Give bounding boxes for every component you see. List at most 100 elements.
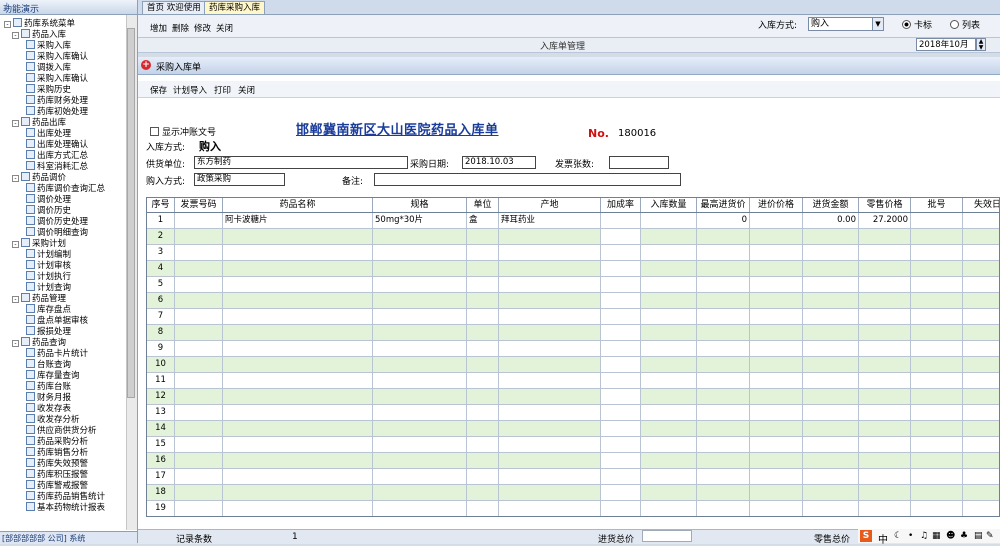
- table-cell[interactable]: [803, 501, 859, 516]
- table-cell[interactable]: [697, 245, 750, 260]
- table-cell[interactable]: [499, 277, 601, 292]
- user-icon[interactable]: ☻: [946, 531, 955, 541]
- table-cell[interactable]: [963, 389, 999, 404]
- table-cell[interactable]: 50mg*30片: [373, 213, 467, 228]
- table-cell[interactable]: [911, 373, 963, 388]
- in-mode-select[interactable]: 购入 ▼: [808, 17, 884, 31]
- delete-button[interactable]: 删除: [172, 22, 189, 34]
- column-header[interactable]: 药品名称: [223, 198, 373, 212]
- column-header[interactable]: 发票号码: [175, 198, 223, 212]
- table-cell[interactable]: [641, 437, 697, 452]
- table-cell[interactable]: [641, 453, 697, 468]
- table-cell[interactable]: [963, 277, 999, 292]
- table-cell[interactable]: [963, 325, 999, 340]
- table-cell[interactable]: [641, 357, 697, 372]
- tree-item[interactable]: 供应商供货分析: [26, 425, 97, 436]
- table-cell[interactable]: [859, 453, 911, 468]
- table-cell[interactable]: [175, 357, 223, 372]
- table-cell[interactable]: [697, 309, 750, 324]
- table-cell[interactable]: [750, 485, 803, 500]
- table-cell[interactable]: [223, 309, 373, 324]
- radio-list[interactable]: 列表: [950, 18, 980, 31]
- table-cell[interactable]: [175, 325, 223, 340]
- table-cell[interactable]: [859, 437, 911, 452]
- table-cell[interactable]: [750, 389, 803, 404]
- table-cell[interactable]: [750, 277, 803, 292]
- table-cell[interactable]: [601, 373, 641, 388]
- table-cell[interactable]: [641, 261, 697, 276]
- table-cell[interactable]: [697, 261, 750, 276]
- table-cell[interactable]: [175, 485, 223, 500]
- tree-group[interactable]: - 药品调价: [12, 172, 66, 183]
- tree-item[interactable]: 计划查询: [26, 282, 71, 293]
- table-cell[interactable]: [175, 421, 223, 436]
- table-cell[interactable]: [697, 357, 750, 372]
- table-cell[interactable]: [467, 373, 499, 388]
- table-cell[interactable]: [223, 389, 373, 404]
- table-row[interactable]: 3: [147, 245, 999, 261]
- table-cell[interactable]: [223, 485, 373, 500]
- toolbox-icon[interactable]: ▤: [974, 531, 983, 541]
- table-cell[interactable]: [373, 405, 467, 420]
- table-cell[interactable]: [601, 245, 641, 260]
- pin-icon[interactable]: ⊥: [3, 2, 129, 12]
- table-cell[interactable]: [373, 453, 467, 468]
- tree-item[interactable]: 药库警戒报警: [26, 480, 88, 491]
- table-cell[interactable]: [859, 373, 911, 388]
- table-cell[interactable]: [750, 245, 803, 260]
- moon-icon[interactable]: ☾: [894, 531, 902, 541]
- table-cell[interactable]: [499, 357, 601, 372]
- table-cell[interactable]: [499, 469, 601, 484]
- table-cell[interactable]: [963, 309, 999, 324]
- table-cell[interactable]: [911, 293, 963, 308]
- show-offset-checkbox[interactable]: 显示冲账文号: [150, 125, 216, 138]
- table-cell[interactable]: [373, 277, 467, 292]
- table-cell[interactable]: [467, 309, 499, 324]
- table-cell[interactable]: [803, 341, 859, 356]
- table-cell[interactable]: [697, 229, 750, 244]
- table-cell[interactable]: [750, 405, 803, 420]
- wrench-icon[interactable]: ✎: [986, 531, 994, 541]
- table-row[interactable]: 19: [147, 501, 999, 516]
- table-cell[interactable]: [750, 309, 803, 324]
- tree-group[interactable]: - 药品出库: [12, 117, 66, 128]
- table-cell[interactable]: [803, 485, 859, 500]
- table-cell[interactable]: [601, 261, 641, 276]
- table-cell[interactable]: [601, 437, 641, 452]
- table-cell[interactable]: [373, 261, 467, 276]
- table-cell[interactable]: [223, 469, 373, 484]
- table-cell[interactable]: [175, 405, 223, 420]
- column-header[interactable]: 产地: [499, 198, 601, 212]
- table-cell[interactable]: [641, 229, 697, 244]
- table-cell[interactable]: [601, 453, 641, 468]
- table-cell[interactable]: [641, 405, 697, 420]
- table-cell[interactable]: [803, 229, 859, 244]
- table-row[interactable]: 4: [147, 261, 999, 277]
- tree-item[interactable]: 药品卡片统计: [26, 348, 88, 359]
- table-cell[interactable]: [175, 453, 223, 468]
- table-cell[interactable]: [373, 373, 467, 388]
- table-cell[interactable]: [601, 293, 641, 308]
- table-cell[interactable]: [963, 421, 999, 436]
- tree-item[interactable]: 采购入库确认: [26, 73, 88, 84]
- chevron-down-icon[interactable]: ▼: [872, 18, 883, 30]
- month-spinner[interactable]: ▲ ▼: [976, 38, 986, 51]
- table-cell[interactable]: [499, 293, 601, 308]
- table-cell[interactable]: [601, 277, 641, 292]
- table-cell[interactable]: [641, 389, 697, 404]
- table-cell[interactable]: [859, 229, 911, 244]
- table-cell[interactable]: [859, 501, 911, 516]
- table-cell[interactable]: [911, 245, 963, 260]
- table-cell[interactable]: [175, 229, 223, 244]
- table-cell[interactable]: [963, 357, 999, 372]
- table-cell[interactable]: [467, 325, 499, 340]
- column-header[interactable]: 进货金额: [803, 198, 859, 212]
- table-cell[interactable]: [963, 261, 999, 276]
- table-cell[interactable]: [641, 293, 697, 308]
- table-cell[interactable]: [750, 229, 803, 244]
- table-cell[interactable]: [750, 261, 803, 276]
- table-cell[interactable]: [499, 437, 601, 452]
- table-cell[interactable]: [750, 501, 803, 516]
- collapse-icon[interactable]: -: [4, 21, 11, 28]
- supplier-field[interactable]: 东方制药: [194, 156, 408, 169]
